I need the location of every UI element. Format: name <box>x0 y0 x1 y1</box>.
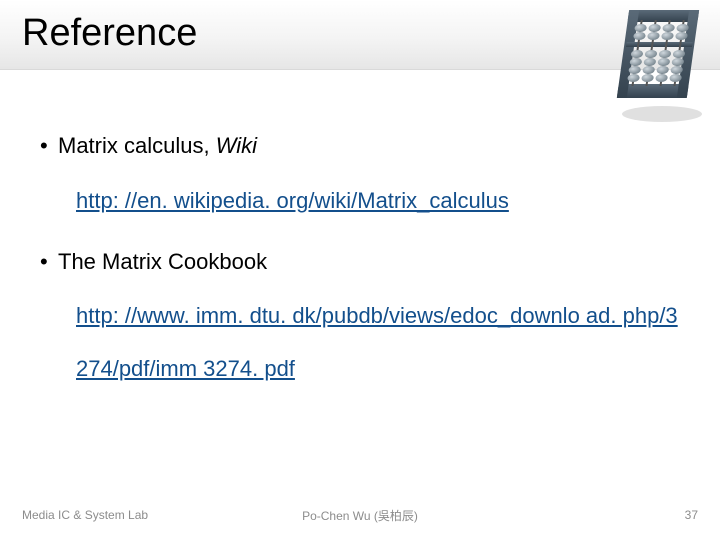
ref-title-italic: Wiki <box>216 133 257 158</box>
page-title: Reference <box>22 12 197 55</box>
ref-title-2: The Matrix Cookbook <box>58 236 267 289</box>
ref-title-text: Matrix calculus, <box>58 133 216 158</box>
ref-link-1[interactable]: http: //en. wikipedia. org/wiki/Matrix_c… <box>76 175 680 228</box>
ref-title-text: The Matrix Cookbook <box>58 249 267 274</box>
slide: Reference <box>0 0 720 540</box>
ref-link-2[interactable]: http: //www. imm. dtu. dk/pubdb/views/ed… <box>76 290 680 396</box>
ref-title-1: Matrix calculus, Wiki <box>58 120 257 173</box>
footer-left: Media IC & System Lab <box>22 508 148 522</box>
list-item: • The Matrix Cookbook <box>40 236 680 289</box>
slide-number: 37 <box>685 508 698 522</box>
list-item: • Matrix calculus, Wiki <box>40 120 680 173</box>
bullet-icon: • <box>40 120 58 173</box>
content-area: • Matrix calculus, Wiki http: //en. wiki… <box>40 120 680 404</box>
bullet-icon: • <box>40 236 58 289</box>
footer: Media IC & System Lab Po-Chen Wu (吳柏辰) 3… <box>0 508 720 522</box>
abacus-icon <box>610 4 706 124</box>
